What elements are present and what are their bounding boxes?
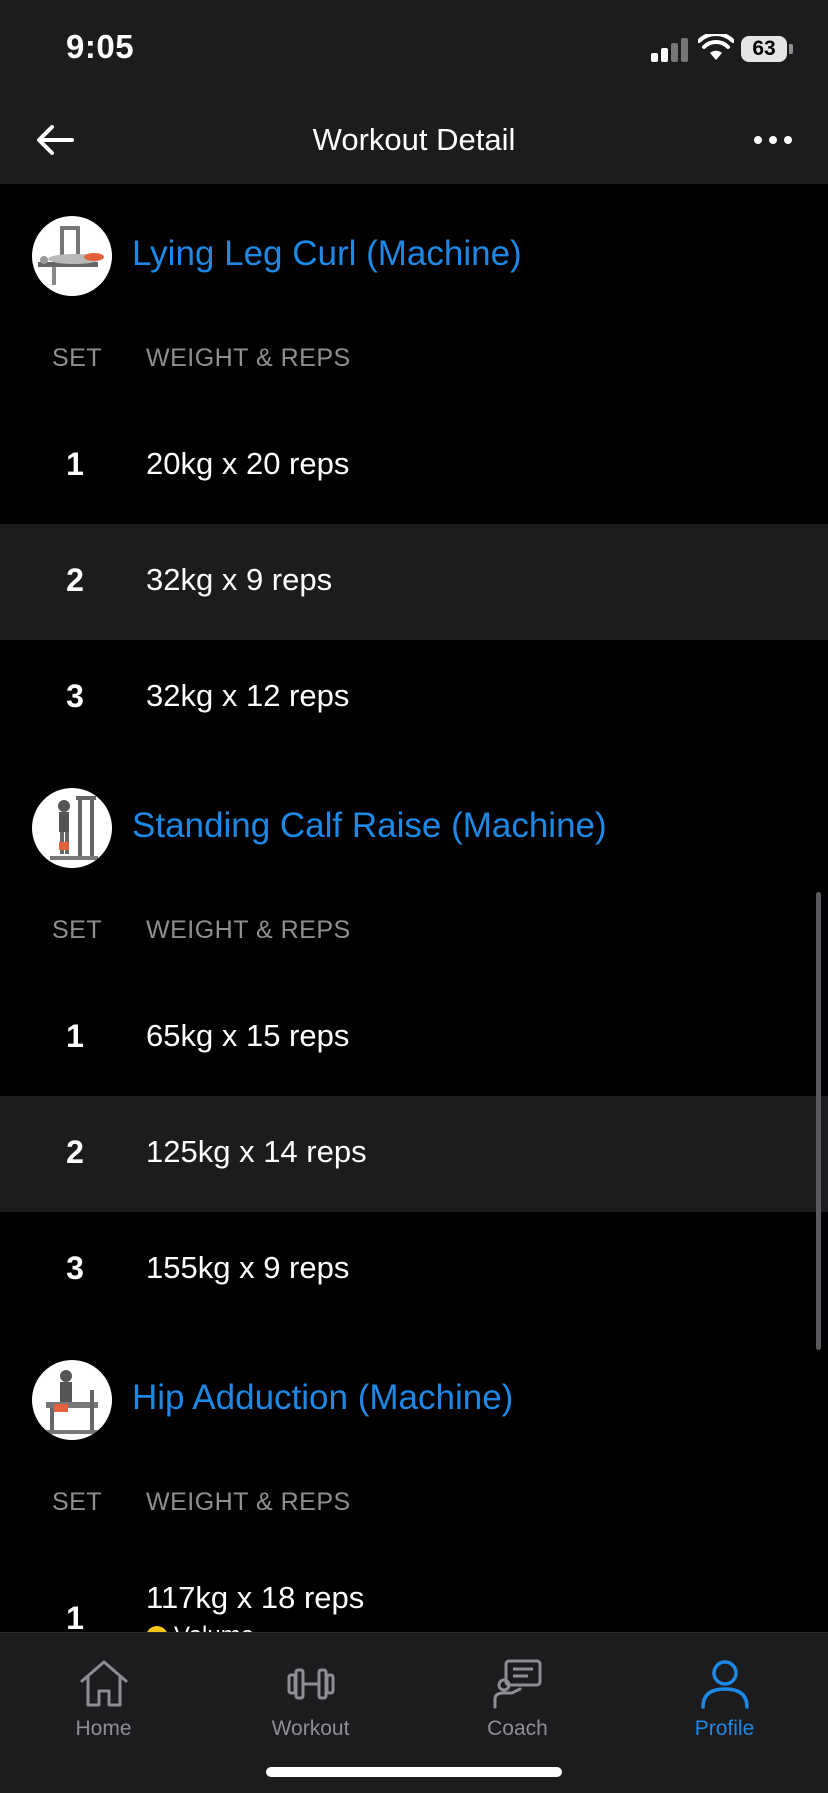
volume-tag: Volume [146,1622,254,1632]
weight-reps-column-header: WEIGHT & REPS [146,916,351,944]
more-horizontal-icon [754,136,792,144]
tab-workout[interactable]: Workout [207,1645,414,1745]
tab-label: Profile [694,1717,755,1740]
page-title: Workout Detail [312,122,516,157]
tab-label: Coach [487,1717,548,1740]
cellular-signal-icon [651,38,691,62]
set-number: 3 [66,678,84,714]
status-bar: 9:05 63 [0,0,828,96]
exercise-thumbnail[interactable] [32,216,112,296]
exercise-name[interactable]: Hip Adduction (Machine) [132,1378,513,1418]
set-column-header: SET [52,916,103,944]
set-number: 1 [66,1018,84,1054]
leg-curl-machine-icon [38,226,104,285]
set-number: 2 [66,1134,84,1170]
dumbbell-icon [287,1668,335,1700]
set-row: 1 65kg x 15 reps [0,980,828,1096]
set-row: 1 20kg x 20 reps [0,408,828,524]
set-number: 1 [66,1600,84,1632]
home-icon [80,1660,128,1707]
exercise-name[interactable]: Standing Calf Raise (Machine) [132,806,607,846]
set-row: 3 155kg x 9 reps [0,1212,828,1328]
set-number: 2 [66,562,84,598]
workout-detail-content[interactable]: Lying Leg Curl (Machine) SET WEIGHT & RE… [0,184,828,1632]
exercise-thumbnail[interactable] [32,1360,112,1440]
set-row: 3 32kg x 12 reps [0,640,828,756]
status-time: 9:05 [66,28,135,65]
exercise-thumbnail[interactable] [32,788,112,868]
set-weight-reps: 65kg x 15 reps [146,1018,350,1053]
exercise-header: Hip Adduction (Machine) [0,1328,828,1440]
coach-icon [493,1659,542,1709]
exercise-card: Lying Leg Curl (Machine) SET WEIGHT & RE… [0,184,828,756]
wifi-icon [698,34,734,60]
tab-label: Home [75,1717,132,1740]
tab-label: Workout [271,1717,350,1740]
set-weight-reps: 20kg x 20 reps [146,446,350,481]
exercise-card: Standing Calf Raise (Machine) SET WEIGHT… [0,756,828,1328]
set-row: 2 125kg x 14 reps [0,1096,828,1212]
scrollbar[interactable] [816,892,821,1350]
set-weight-reps: 155kg x 9 reps [146,1250,350,1285]
exercise-header: Standing Calf Raise (Machine) [0,756,828,868]
set-weight-reps: 32kg x 9 reps [146,562,333,597]
set-weight-reps: 117kg x 18 reps [146,1580,365,1615]
set-weight-reps: 32kg x 12 reps [146,678,350,713]
set-column-header: SET [52,344,103,372]
set-row: 1 117kg x 18 reps Volume [0,1552,828,1632]
tab-coach[interactable]: Coach [414,1645,621,1745]
exercise-name[interactable]: Lying Leg Curl (Machine) [132,234,522,274]
tab-home[interactable]: Home [0,1645,207,1745]
exercise-card: Hip Adduction (Machine) SET WEIGHT & REP… [0,1328,828,1632]
exercise-header: Lying Leg Curl (Machine) [0,184,828,296]
profile-icon [701,1660,749,1709]
set-number: 1 [66,446,84,482]
set-row: 2 32kg x 9 reps [0,524,828,640]
home-indicator [266,1767,562,1777]
hip-adduction-machine-icon [46,1370,98,1434]
weight-reps-column-header: WEIGHT & REPS [146,344,351,372]
weight-reps-column-header: WEIGHT & REPS [146,1488,351,1516]
battery-icon: 63 [741,36,787,62]
volume-tag-label: Volume [174,1622,254,1632]
battery-tip [789,44,793,54]
set-column-header: SET [52,1488,103,1516]
nav-bar: Workout Detail [0,96,828,184]
set-number: 3 [66,1250,84,1286]
more-options-button[interactable] [748,118,798,162]
calf-raise-machine-icon [50,796,98,860]
set-weight-reps: 125kg x 14 reps [146,1134,367,1169]
tab-profile[interactable]: Profile [621,1645,828,1745]
